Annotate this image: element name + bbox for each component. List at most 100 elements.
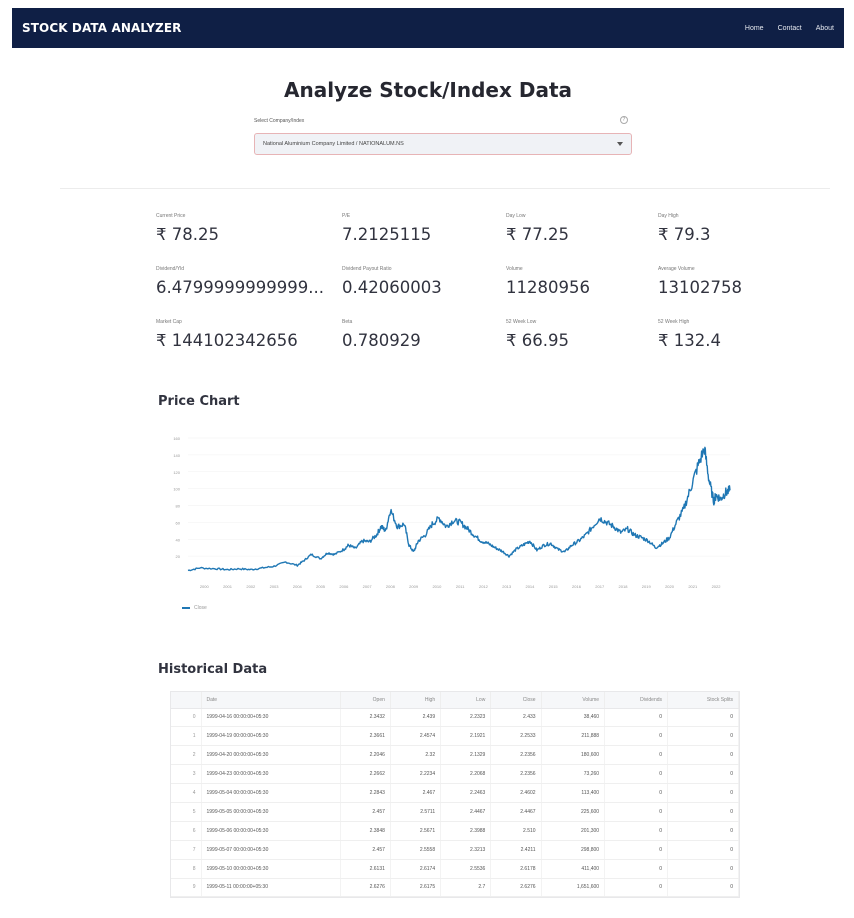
table-cell: 2.457: [340, 802, 391, 822]
column-header[interactable]: Date: [201, 692, 341, 709]
metric-label: Market Cap: [156, 319, 182, 325]
table-cell: 0: [667, 783, 739, 803]
table-cell: 1999-04-16 00:00:00+05:30: [201, 708, 341, 728]
table-cell: 3: [171, 764, 202, 785]
table-cell: 2.2662: [340, 764, 391, 785]
table-row[interactable]: 6 1999-05-06 00:00:00+05:30 2.3848 2.5671 2.…: [171, 821, 739, 841]
column-header[interactable]: Stock Splits: [667, 692, 739, 709]
price-chart-title: Price Chart: [158, 394, 240, 409]
table-cell: 2.433: [490, 708, 542, 728]
table-row[interactable]: 5 1999-05-05 00:00:00+05:30 2.457 2.5711 2.4…: [171, 802, 739, 822]
x-tick-label: 2003: [270, 584, 280, 589]
metric-value: 7.2125115: [342, 225, 432, 244]
table-row[interactable]: 4 1999-05-04 00:00:00+05:30 2.2843 2.467 2.2…: [171, 783, 739, 803]
table-cell: 38,460: [541, 708, 606, 728]
help-icon[interactable]: ?: [620, 116, 628, 124]
nav-link-about[interactable]: About: [816, 25, 834, 32]
y-tick-label: 60: [176, 520, 181, 525]
metric-label: Dividend Payout Ratio: [342, 266, 392, 272]
column-header[interactable]: [171, 692, 202, 709]
table-cell: 0: [171, 708, 202, 728]
table-cell: 0: [604, 764, 669, 785]
column-header[interactable]: Volume: [541, 692, 606, 709]
metric-value: 6.4799999999999...: [156, 278, 324, 297]
table-cell: 0: [604, 878, 669, 898]
metric-value: ₹ 132.4: [658, 331, 721, 350]
company-select[interactable]: National Aluminium Company Limited / NAT…: [254, 133, 632, 155]
table-cell: 1999-05-11 00:00:00+05:30: [201, 878, 341, 898]
table-cell: 5: [171, 802, 202, 822]
chart-legend[interactable]: Close: [182, 605, 207, 611]
table-cell: 0: [667, 802, 739, 822]
column-header[interactable]: High: [390, 692, 442, 709]
table-cell: 2.4602: [490, 783, 542, 803]
table-cell: 0: [667, 840, 739, 860]
x-tick-label: 2019: [642, 584, 652, 589]
historical-table[interactable]: Date Open High Low Close Volume Dividends Stock…: [170, 691, 740, 899]
table-cell: 7: [171, 840, 202, 860]
x-tick-label: 2022: [712, 584, 722, 589]
metric-value: ₹ 66.95: [506, 331, 569, 350]
metric-label: Beta: [342, 319, 353, 325]
x-tick-label: 2011: [456, 584, 465, 589]
table-cell: 411,400: [541, 859, 606, 879]
column-header[interactable]: Low: [440, 692, 492, 709]
table-cell: 1,651,600: [541, 878, 606, 898]
x-tick-label: 2020: [665, 584, 675, 589]
table-cell: 211,888: [541, 726, 606, 747]
close-price-line[interactable]: [187, 446, 731, 572]
table-row[interactable]: 0 1999-04-16 00:00:00+05:30 2.3432 2.439 2.2…: [171, 708, 739, 728]
metric-card: Day High ₹ 79.3: [658, 213, 828, 244]
y-tick-label: 120: [173, 470, 180, 475]
table-cell: 2.5711: [390, 802, 442, 822]
column-header[interactable]: Dividends: [604, 692, 669, 709]
x-tick-label: 2008: [386, 584, 396, 589]
metric-label: 52 Week High: [658, 319, 690, 325]
table-row[interactable]: 3 1999-04-23 00:00:00+05:30 2.2662 2.2234 2.…: [171, 764, 739, 785]
x-tick-label: 2005: [316, 584, 326, 589]
price-chart: 160 140 120 100 80 60 40 20 2000 2001 2002 2003 2004…: [158, 428, 736, 618]
table-cell: 2.3848: [340, 821, 391, 841]
table-cell: 4: [171, 783, 202, 803]
metric-card: Average Volume 13102758: [658, 266, 828, 297]
nav-link-home[interactable]: Home: [745, 25, 764, 32]
column-header[interactable]: Open: [340, 692, 391, 709]
table-cell: 0: [604, 783, 669, 803]
table-cell: 1: [171, 726, 202, 747]
table-row[interactable]: 8 1999-05-10 00:00:00+05:30 2.6131 2.6174 2.…: [171, 859, 739, 879]
x-tick-label: 2004: [293, 584, 303, 589]
nav-link-contact[interactable]: Contact: [778, 25, 802, 32]
table-row[interactable]: 1 1999-04-19 00:00:00+05:30 2.3661 2.4574 2.…: [171, 726, 739, 747]
metric-card: Volume 11280956: [506, 266, 676, 297]
table-cell: 2.5671: [390, 821, 442, 841]
historical-data-title: Historical Data: [158, 662, 268, 677]
table-cell: 0: [667, 764, 739, 785]
table-cell: 2.3988: [440, 821, 492, 841]
table-cell: 1999-05-10 00:00:00+05:30: [201, 859, 341, 879]
table-row[interactable]: 2 1999-04-20 00:00:00+05:30 2.2046 2.32 2.13…: [171, 745, 739, 766]
x-tick-label: 2001: [223, 584, 233, 589]
table-row[interactable]: 9 1999-05-11 00:00:00+05:30 2.6276 2.6175 2.…: [171, 878, 739, 898]
metric-card: Day Low ₹ 77.25: [506, 213, 676, 244]
metric-value: 13102758: [658, 278, 742, 297]
metric-label: Volume: [506, 266, 523, 272]
table-header-row: Date Open High Low Close Volume Dividends Stock…: [171, 692, 739, 709]
table-cell: 2.1329: [440, 745, 492, 766]
metric-value: ₹ 79.3: [658, 225, 711, 244]
column-header[interactable]: Close: [490, 692, 542, 709]
table-cell: 0: [667, 859, 739, 879]
table-body: 0 1999-04-16 00:00:00+05:30 2.3432 2.439 2.2…: [171, 708, 739, 898]
app-frame: STOCK DATA ANALYZER Home Contact About A…: [12, 8, 844, 914]
table-cell: 2.2533: [490, 726, 542, 747]
table-cell: 2.2323: [440, 708, 492, 728]
table-cell: 0: [604, 859, 669, 879]
table-cell: 2.510: [490, 821, 542, 841]
table-cell: 2: [171, 745, 202, 766]
table-cell: 180,600: [541, 745, 606, 766]
table-cell: 8: [171, 859, 202, 879]
table-row[interactable]: 7 1999-05-07 00:00:00+05:30 2.457 2.5558 2.3…: [171, 840, 739, 860]
table-cell: 2.32: [390, 745, 442, 766]
table-cell: 0: [667, 708, 739, 728]
table-cell: 0: [667, 726, 739, 747]
table-cell: 2.3213: [440, 840, 492, 860]
